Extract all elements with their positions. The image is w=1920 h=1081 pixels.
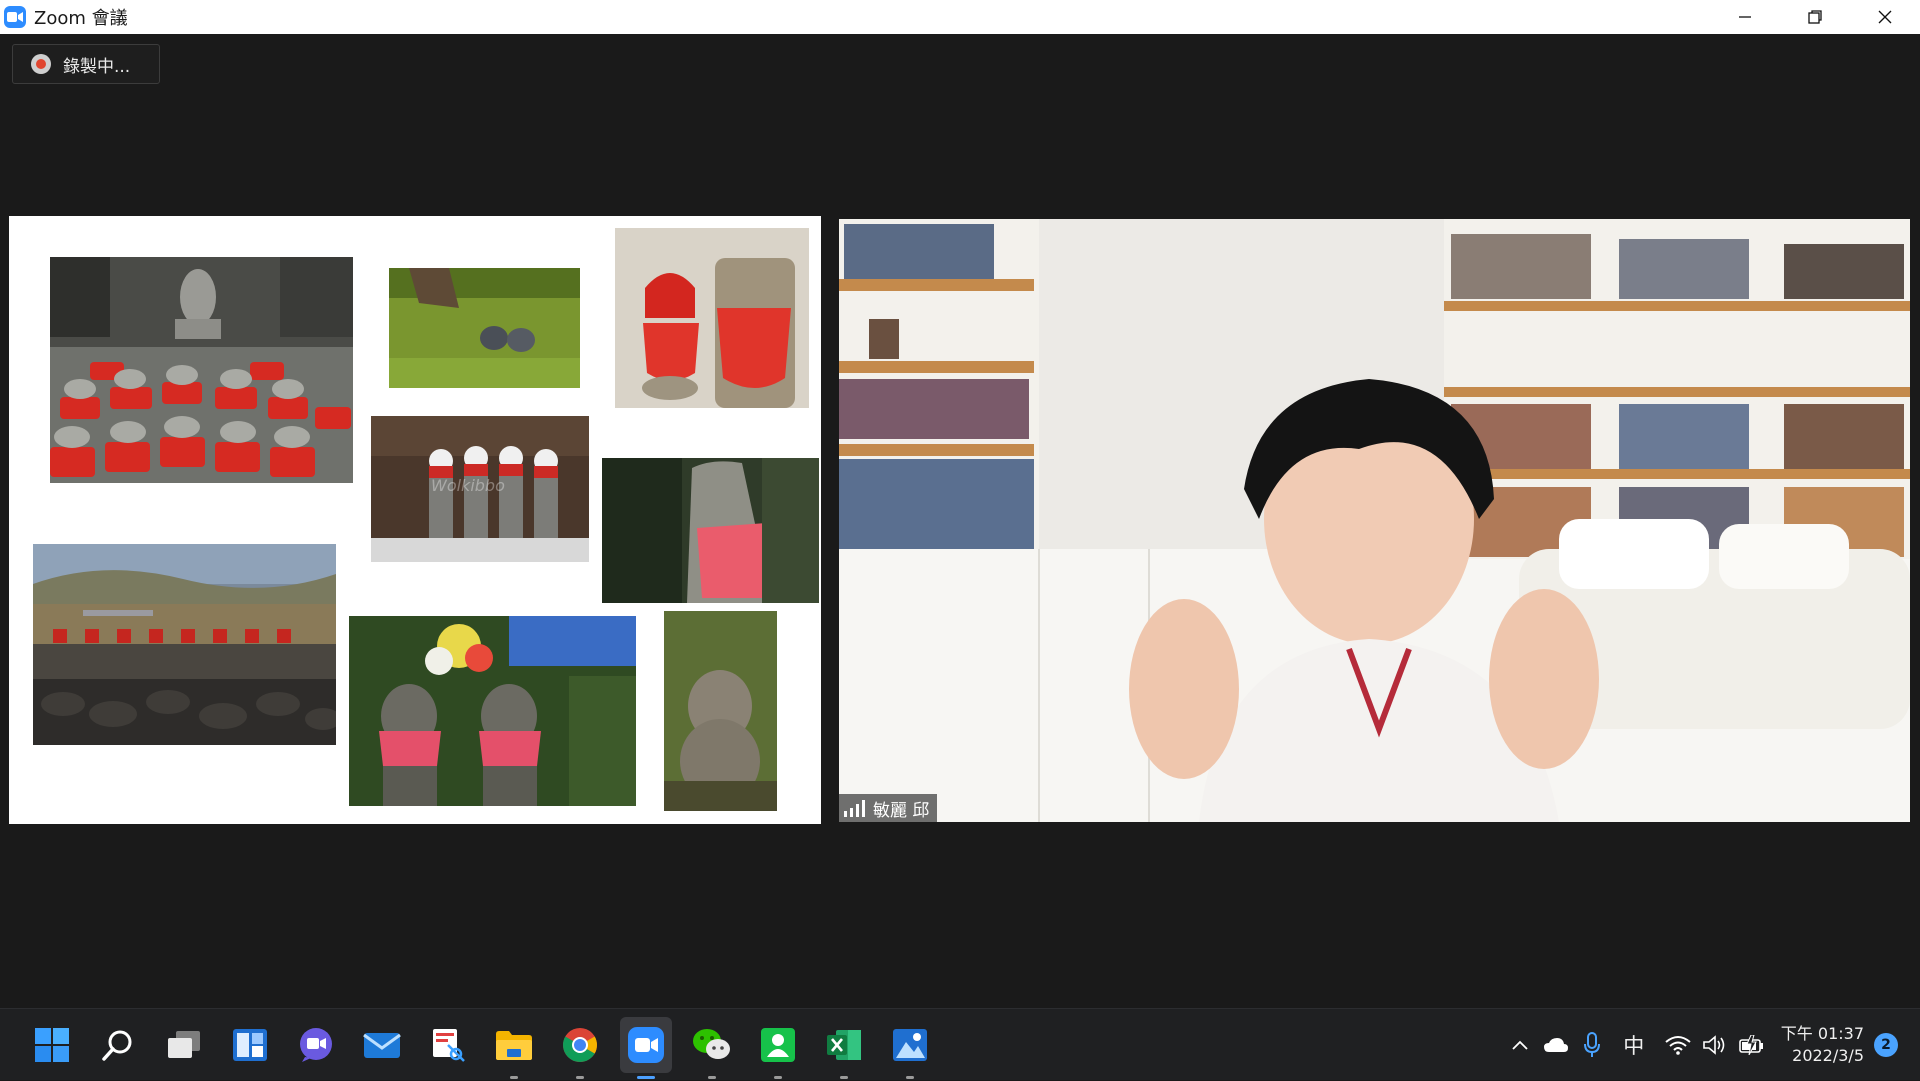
record-icon xyxy=(31,54,51,74)
wifi-button[interactable] xyxy=(1659,1009,1697,1081)
zoom-camera-icon xyxy=(4,6,26,28)
microphone-icon xyxy=(1583,1032,1600,1057)
cloud-icon xyxy=(1543,1038,1568,1052)
speaker-icon xyxy=(1702,1035,1725,1055)
person-app-icon xyxy=(761,1028,795,1062)
recording-label: 錄製中... xyxy=(63,56,131,77)
photo-jizo-field xyxy=(33,544,336,745)
wechat-icon xyxy=(693,1029,730,1059)
ime-label: 中 xyxy=(1623,1034,1645,1058)
title-bar: Zoom 會議 xyxy=(0,0,1920,34)
restore-icon xyxy=(1808,10,1822,24)
photo-moss-stones xyxy=(389,268,580,388)
folder-icon xyxy=(496,1031,532,1060)
running-indicator xyxy=(510,1076,518,1079)
file-explorer-button[interactable] xyxy=(488,1017,540,1079)
slide-watermark: Wolkibbo xyxy=(431,476,505,495)
close-button[interactable] xyxy=(1850,0,1920,34)
start-button[interactable] xyxy=(26,1017,78,1073)
photo-jizo-temple xyxy=(50,257,353,483)
teams-chat-icon xyxy=(300,1028,332,1062)
running-indicator xyxy=(576,1076,584,1079)
task-view-button[interactable] xyxy=(158,1017,210,1073)
window-title: Zoom 會議 xyxy=(34,8,128,29)
taskbar-apps xyxy=(26,1009,950,1081)
photos-button[interactable] xyxy=(884,1017,936,1079)
show-hidden-icons-button[interactable] xyxy=(1503,1009,1537,1081)
widgets-button[interactable] xyxy=(224,1017,276,1073)
mail-button[interactable] xyxy=(356,1017,408,1073)
search-button[interactable] xyxy=(92,1017,144,1073)
minimize-button[interactable] xyxy=(1710,0,1780,34)
recording-indicator[interactable]: 錄製中... xyxy=(12,44,160,84)
microphone-button[interactable] xyxy=(1575,1009,1609,1081)
notification-badge[interactable]: 2 xyxy=(1874,1033,1898,1057)
close-icon xyxy=(1878,10,1892,24)
excel-button[interactable] xyxy=(818,1017,870,1079)
photo-pink-bibs xyxy=(349,616,636,806)
mail-icon xyxy=(363,1033,401,1058)
volume-button[interactable] xyxy=(1697,1009,1733,1081)
battery-button[interactable] xyxy=(1733,1009,1771,1081)
snipping-tool-icon xyxy=(433,1029,465,1062)
running-indicator xyxy=(637,1076,655,1079)
running-indicator xyxy=(840,1076,848,1079)
battery-charging-icon xyxy=(1738,1035,1763,1055)
excel-icon xyxy=(827,1030,861,1060)
photo-red-caps xyxy=(615,228,809,408)
wechat-button[interactable] xyxy=(686,1017,738,1079)
contacts-app-button[interactable] xyxy=(752,1017,804,1079)
chevron-up-icon xyxy=(1512,1040,1528,1050)
participant-name-tag: 敏麗 邱 xyxy=(839,794,938,822)
clock-date: 2022/3/5 xyxy=(1792,1046,1864,1065)
window-controls xyxy=(1710,0,1920,34)
chat-button[interactable] xyxy=(290,1017,342,1073)
running-indicator xyxy=(708,1076,716,1079)
wifi-icon xyxy=(1665,1036,1691,1055)
task-view-icon xyxy=(168,1031,200,1058)
running-indicator xyxy=(906,1076,914,1079)
signal-bars-icon xyxy=(844,800,865,817)
video-frame xyxy=(839,219,1910,822)
shared-screen-slide: Wolkibbo xyxy=(9,216,821,824)
photo-round-stone xyxy=(664,611,777,811)
widgets-icon xyxy=(233,1029,267,1061)
search-icon xyxy=(102,1030,132,1061)
participant-name: 敏麗 邱 xyxy=(873,800,930,821)
running-indicator xyxy=(774,1076,782,1079)
clock-time: 下午 01:37 xyxy=(1780,1024,1864,1043)
windows-start-icon xyxy=(35,1028,69,1062)
photo-snow-jizo-row: Wolkibbo xyxy=(371,416,589,562)
zoom-camera-icon xyxy=(628,1027,664,1063)
zoom-button[interactable] xyxy=(620,1017,672,1079)
participant-video[interactable]: 敏麗 邱 xyxy=(839,219,1910,822)
photo-red-apron-stone xyxy=(602,458,819,603)
taskbar: 中 下午 01:37 2022/3/5 2 xyxy=(0,1008,1920,1080)
minimize-icon xyxy=(1739,16,1751,18)
clock[interactable]: 下午 01:37 2022/3/5 xyxy=(1781,1023,1864,1067)
input-method-indicator[interactable]: 中 xyxy=(1617,1009,1651,1081)
photos-icon xyxy=(893,1029,927,1061)
chrome-button[interactable] xyxy=(554,1017,606,1079)
onedrive-button[interactable] xyxy=(1537,1009,1575,1081)
chrome-icon xyxy=(563,1028,597,1062)
restore-button[interactable] xyxy=(1780,0,1850,34)
system-tray: 中 下午 01:37 2022/3/5 2 xyxy=(1503,1009,1920,1081)
snipping-tool-button[interactable] xyxy=(422,1017,474,1073)
